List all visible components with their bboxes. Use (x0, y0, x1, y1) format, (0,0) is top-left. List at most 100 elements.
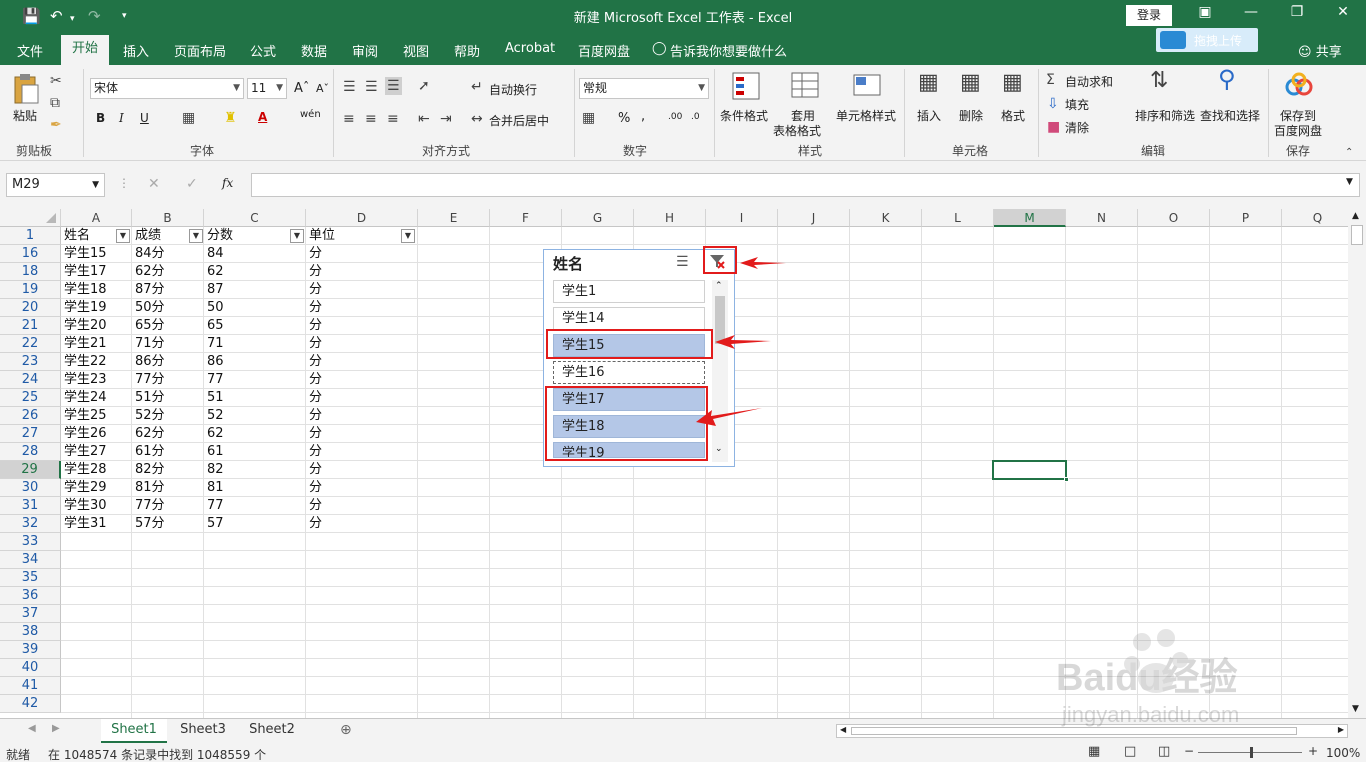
table-cell[interactable]: 50 (204, 299, 306, 317)
scroll-right-icon[interactable]: ▶ (1338, 725, 1344, 734)
table-cell[interactable]: 分 (306, 407, 416, 425)
zoom-out-icon[interactable]: − (1184, 744, 1194, 758)
tab-home[interactable]: 开始 (61, 35, 109, 65)
percent-icon[interactable]: % (618, 111, 630, 126)
copy-icon[interactable]: ⧉ (50, 95, 60, 111)
tab-review[interactable]: 审阅 (352, 41, 378, 60)
conditional-format-button[interactable]: 条件格式 (720, 107, 768, 124)
table-cell[interactable]: 学生21 (61, 335, 131, 353)
table-cell[interactable]: 62分 (132, 425, 204, 443)
format-cells-icon[interactable]: ▦ (1002, 72, 1023, 94)
table-cell[interactable]: 分 (306, 371, 416, 389)
row-header[interactable]: 40 (0, 659, 61, 677)
tell-me-search[interactable]: 告诉我你想要做什么 (670, 41, 787, 60)
table-cell[interactable] (132, 623, 204, 641)
table-cell[interactable] (306, 677, 416, 695)
row-header[interactable]: 36 (0, 587, 61, 605)
column-header[interactable]: K (850, 209, 922, 227)
table-cell[interactable]: 62 (204, 425, 306, 443)
row-header[interactable]: 35 (0, 569, 61, 587)
table-cell[interactable]: 分 (306, 461, 416, 479)
row-header[interactable]: 39 (0, 641, 61, 659)
table-cell[interactable]: 分 (306, 281, 416, 299)
table-cell[interactable]: 学生30 (61, 497, 131, 515)
filter-dropdown-icon[interactable]: ▼ (401, 229, 415, 243)
ribbon-display-options-icon[interactable]: ▣ (1190, 4, 1220, 20)
zoom-level[interactable]: 100% (1326, 746, 1360, 760)
formula-input[interactable] (251, 173, 1360, 197)
row-header[interactable]: 21 (0, 317, 61, 335)
table-cell[interactable] (61, 641, 131, 659)
table-cell[interactable]: 86 (204, 353, 306, 371)
table-cell[interactable]: 分 (306, 425, 416, 443)
table-cell[interactable]: 87分 (132, 281, 204, 299)
column-header[interactable]: P (1210, 209, 1282, 227)
table-cell[interactable] (132, 659, 204, 677)
row-header[interactable]: 19 (0, 281, 61, 299)
zoom-slider-thumb[interactable] (1250, 747, 1253, 758)
table-cell[interactable] (61, 623, 131, 641)
table-cell[interactable] (204, 641, 306, 659)
table-cell[interactable] (204, 623, 306, 641)
row-header[interactable]: 34 (0, 551, 61, 569)
column-header[interactable]: B (132, 209, 204, 227)
orientation-icon[interactable]: ➚ (418, 78, 430, 94)
table-cell[interactable] (306, 605, 416, 623)
minimize-icon[interactable]: — (1236, 4, 1266, 20)
row-header[interactable]: 24 (0, 371, 61, 389)
table-cell[interactable]: 分 (306, 497, 416, 515)
table-cell[interactable]: 学生15 (61, 245, 131, 263)
row-header[interactable]: 29 (0, 461, 61, 479)
align-center-icon[interactable]: ≡ (365, 111, 377, 127)
filter-dropdown-icon[interactable]: ▼ (189, 229, 203, 243)
baidu-netdisk-icon[interactable] (1284, 71, 1314, 101)
table-cell[interactable] (306, 695, 416, 713)
table-cell[interactable] (204, 569, 306, 587)
cancel-icon[interactable]: ✕ (148, 176, 160, 192)
table-cell[interactable]: 50分 (132, 299, 204, 317)
delete-cells-button[interactable]: 删除 (959, 107, 983, 124)
table-cell[interactable]: 77分 (132, 371, 204, 389)
tab-formulas[interactable]: 公式 (250, 41, 276, 60)
table-cell[interactable]: 71 (204, 335, 306, 353)
column-header[interactable]: H (634, 209, 706, 227)
table-cell[interactable]: 82 (204, 461, 306, 479)
page-layout-view-icon[interactable]: □ (1124, 744, 1136, 759)
row-header[interactable]: 41 (0, 677, 61, 695)
table-cell[interactable]: 52 (204, 407, 306, 425)
table-cell[interactable]: 学生27 (61, 443, 131, 461)
column-header[interactable]: O (1138, 209, 1210, 227)
table-cell[interactable]: 学生24 (61, 389, 131, 407)
prev-sheet-icon[interactable]: ◀ (28, 723, 36, 734)
table-cell[interactable]: 学生26 (61, 425, 131, 443)
filter-dropdown-icon[interactable]: ▼ (290, 229, 304, 243)
table-cell[interactable]: 77 (204, 497, 306, 515)
border-icon[interactable]: ▦ (182, 110, 195, 126)
drag-upload-button[interactable]: 拖拽上传 (1156, 28, 1258, 52)
comma-icon[interactable]: , (641, 109, 645, 124)
table-cell[interactable]: 学生22 (61, 353, 131, 371)
conditional-format-icon[interactable] (731, 71, 761, 101)
table-cell[interactable]: 分 (306, 443, 416, 461)
tab-data[interactable]: 数据 (301, 41, 327, 60)
format-painter-icon[interactable]: ✒ (50, 117, 62, 133)
table-cell[interactable]: 84 (204, 245, 306, 263)
find-select-button[interactable]: 查找和选择 (1200, 107, 1260, 124)
table-cell[interactable] (61, 659, 131, 677)
next-sheet-icon[interactable]: ▶ (52, 723, 60, 734)
filter-applied-icon[interactable]: ▼​ (116, 229, 130, 243)
fill-down-icon[interactable]: ⇩ (1047, 96, 1059, 112)
tab-page-layout[interactable]: 页面布局 (174, 41, 226, 60)
table-cell[interactable] (132, 677, 204, 695)
autosum-icon[interactable]: Σ (1046, 72, 1055, 88)
column-header[interactable]: M (994, 209, 1066, 227)
multi-select-icon[interactable]: ☰ (676, 254, 689, 270)
slicer-scrollbar[interactable]: ⌃ ⌄ (712, 280, 728, 462)
select-all-corner[interactable] (0, 209, 61, 227)
decrease-indent-icon[interactable]: ⇤ (418, 111, 430, 127)
table-cell[interactable] (61, 677, 131, 695)
table-cell[interactable]: 学生17 (61, 263, 131, 281)
zoom-in-icon[interactable]: + (1308, 744, 1318, 758)
table-cell[interactable]: 分 (306, 317, 416, 335)
column-header[interactable]: E (418, 209, 490, 227)
